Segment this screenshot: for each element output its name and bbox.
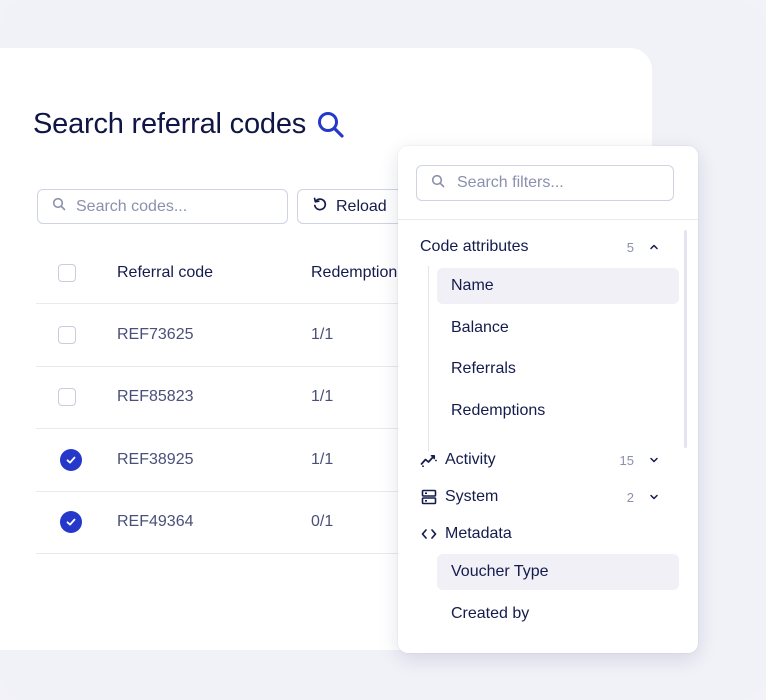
server-icon <box>420 488 438 506</box>
group-label: Activity <box>445 451 496 468</box>
redemption-cell: 0/1 <box>311 513 334 531</box>
search-icon <box>431 174 445 193</box>
search-filters-input[interactable] <box>457 174 657 192</box>
group-count: 5 <box>626 239 634 255</box>
column-header-referral-code[interactable]: Referral code <box>117 264 213 282</box>
filter-item-redemptions[interactable]: Redemptions <box>437 393 679 429</box>
code-icon <box>420 525 438 543</box>
row-checkbox[interactable] <box>58 388 76 407</box>
referral-code-cell: REF73625 <box>117 325 194 343</box>
filter-item-label: Redemptions <box>451 402 546 419</box>
filter-group-code-attributes[interactable]: Code attributes 5 <box>420 235 664 259</box>
table-row[interactable]: REF38925 1/1 <box>36 429 398 492</box>
filter-item-voucher-type[interactable]: Voucher Type <box>437 554 679 590</box>
page-title: Search referral codes <box>33 108 346 141</box>
chevron-down-icon <box>650 494 658 500</box>
referral-codes-table: Referral code Redemption REF73625 1/1 RE… <box>36 242 398 554</box>
referral-code-cell: REF38925 <box>117 450 194 468</box>
search-icon <box>316 110 346 140</box>
filter-item-name[interactable]: Name <box>437 268 679 304</box>
row-checkbox-checked[interactable] <box>60 511 82 534</box>
filter-item-label: Referrals <box>451 360 516 377</box>
reload-label: Reload <box>336 197 387 215</box>
reload-button[interactable]: Reload <box>297 189 405 224</box>
filter-item-label: Balance <box>451 319 509 336</box>
group-count: 15 <box>619 452 634 468</box>
filter-item-created-by[interactable]: Created by <box>437 596 679 632</box>
filter-item-label: Name <box>451 277 494 294</box>
search-codes-field[interactable] <box>37 189 288 224</box>
search-icon <box>52 197 66 216</box>
check-icon <box>66 456 76 464</box>
search-filters-field[interactable] <box>416 165 674 201</box>
column-header-redemption[interactable]: Redemption <box>311 264 397 282</box>
check-icon <box>66 518 76 526</box>
page-title-text: Search referral codes <box>33 108 307 140</box>
redemption-cell: 1/1 <box>311 388 334 406</box>
table-row[interactable]: REF49364 0/1 <box>36 492 398 554</box>
table-header-row: Referral code Redemption <box>36 242 398 304</box>
filter-group-activity[interactable]: Activity 15 <box>420 448 664 472</box>
filter-item-label: Voucher Type <box>451 563 549 580</box>
tree-line <box>428 266 429 451</box>
select-all-checkbox[interactable] <box>58 263 76 282</box>
filter-item-referrals[interactable]: Referrals <box>437 351 679 387</box>
reload-icon <box>312 196 328 217</box>
chevron-up-icon <box>650 244 658 250</box>
group-label: Metadata <box>445 525 512 542</box>
filter-item-balance[interactable]: Balance <box>437 310 679 346</box>
redemption-cell: 1/1 <box>311 450 334 468</box>
redemption-cell: 1/1 <box>311 325 334 343</box>
row-checkbox-checked[interactable] <box>60 448 82 471</box>
filter-group-metadata[interactable]: Metadata <box>420 522 664 546</box>
group-count: 2 <box>626 489 634 505</box>
table-row[interactable]: REF73625 1/1 <box>36 304 398 367</box>
referral-code-cell: REF85823 <box>117 388 194 406</box>
referral-code-cell: REF49364 <box>117 513 194 531</box>
filter-dropdown-panel: Code attributes 5 Name Balance Referrals… <box>398 146 698 653</box>
group-label: System <box>445 488 499 505</box>
search-codes-input[interactable] <box>76 197 266 216</box>
activity-icon <box>420 451 438 469</box>
group-label: Code attributes <box>420 238 529 255</box>
chevron-down-icon <box>650 457 658 463</box>
divider <box>398 219 698 220</box>
filter-group-system[interactable]: System 2 <box>420 485 664 509</box>
row-checkbox[interactable] <box>58 325 76 344</box>
filter-scrollbar[interactable] <box>684 230 687 448</box>
filter-item-label: Created by <box>451 605 530 622</box>
table-row[interactable]: REF85823 1/1 <box>36 367 398 429</box>
